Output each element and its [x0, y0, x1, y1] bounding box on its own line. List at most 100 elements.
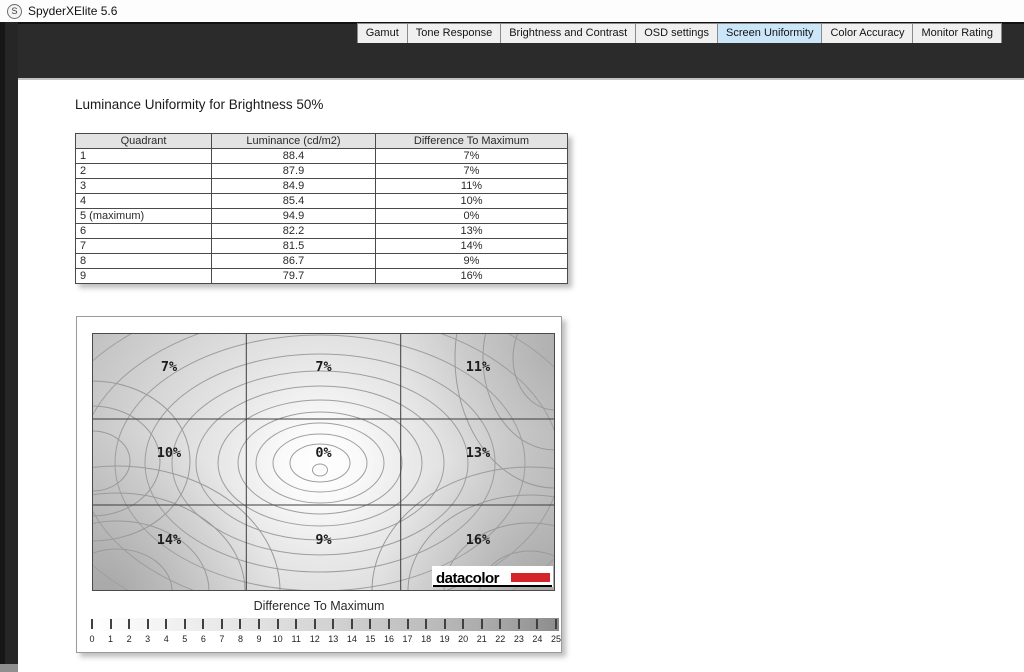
- table-cell: 94.9: [212, 209, 376, 224]
- cell-label: 11%: [466, 359, 491, 375]
- table-row: 5 (maximum)94.90%: [76, 209, 568, 224]
- table-cell: 11%: [376, 179, 568, 194]
- scale-tick: [128, 619, 130, 629]
- scale-tick-number: 11: [288, 634, 304, 644]
- scale-title: Difference To Maximum: [77, 599, 561, 613]
- scale-tick: [332, 619, 334, 629]
- scale-tick-number: 20: [455, 634, 471, 644]
- table-cell: 4: [76, 194, 212, 209]
- tab-brightness-and-contrast[interactable]: Brightness and Contrast: [501, 23, 636, 43]
- scale-tick-number: 10: [270, 634, 286, 644]
- scale-tick: [165, 619, 167, 629]
- table-cell: 9%: [376, 254, 568, 269]
- scale-tick-number: 6: [195, 634, 211, 644]
- scale-tick-number: 13: [325, 634, 341, 644]
- table-cell: 5 (maximum): [76, 209, 212, 224]
- table-cell: 7: [76, 239, 212, 254]
- column-header: Quadrant: [76, 134, 212, 149]
- scale-tick-number: 14: [344, 634, 360, 644]
- table-cell: 1: [76, 149, 212, 164]
- scale-tick-number: 21: [474, 634, 490, 644]
- table-row: 781.514%: [76, 239, 568, 254]
- cell-label: 0%: [315, 445, 332, 461]
- table-cell: 14%: [376, 239, 568, 254]
- table-row: 682.213%: [76, 224, 568, 239]
- cell-label: 16%: [466, 532, 491, 548]
- tab-color-accuracy[interactable]: Color Accuracy: [822, 23, 913, 43]
- cell-label: 7%: [315, 359, 332, 375]
- scale-tick-number: 9: [251, 634, 267, 644]
- scale-tick-number: 15: [362, 634, 378, 644]
- app-icon: S: [7, 4, 22, 19]
- uniformity-figure: 7%7%11%10%0%13%14%9%16% datacolor Differ…: [76, 316, 562, 653]
- window-titlebar: S SpyderXElite 5.6: [0, 0, 1024, 22]
- table-cell: 13%: [376, 224, 568, 239]
- tab-screen-uniformity[interactable]: Screen Uniformity: [718, 23, 822, 43]
- scale-tick: [351, 619, 353, 629]
- table-header-row: QuadrantLuminance (cd/m2)Difference To M…: [76, 134, 568, 149]
- table-row: 384.911%: [76, 179, 568, 194]
- tab-tone-response[interactable]: Tone Response: [408, 23, 501, 43]
- table-cell: 9: [76, 269, 212, 284]
- tab-gamut[interactable]: Gamut: [357, 23, 408, 43]
- scale-tick-number: 19: [437, 634, 453, 644]
- scale-tick: [388, 619, 390, 629]
- datacolor-logo-text: datacolor: [436, 570, 500, 587]
- scale-tick: [110, 619, 112, 629]
- table-row: 188.47%: [76, 149, 568, 164]
- cell-label: 14%: [157, 532, 182, 548]
- scale-tick: [444, 619, 446, 629]
- column-header: Difference To Maximum: [376, 134, 568, 149]
- uniformity-contour-map: 7%7%11%10%0%13%14%9%16% datacolor: [92, 333, 555, 591]
- datacolor-logo-red-bar: [511, 573, 550, 582]
- scale-tick: [407, 619, 409, 629]
- scale-tick: [518, 619, 520, 629]
- datacolor-logo: datacolor: [432, 566, 553, 587]
- scale-gradient-bar: [89, 618, 559, 631]
- scale-tick-number: 3: [140, 634, 156, 644]
- scale-tick-number: 0: [84, 634, 100, 644]
- table-cell: 0%: [376, 209, 568, 224]
- table-cell: 86.7: [212, 254, 376, 269]
- scale-tick-number: 17: [400, 634, 416, 644]
- table-cell: 82.2: [212, 224, 376, 239]
- scale-tick-number: 23: [511, 634, 527, 644]
- report-heading: Luminance Uniformity for Brightness 50%: [75, 97, 323, 112]
- scale-tick: [462, 619, 464, 629]
- table-cell: 7%: [376, 149, 568, 164]
- scale-tick: [536, 619, 538, 629]
- scale-tick: [277, 619, 279, 629]
- table-cell: 2: [76, 164, 212, 179]
- scale-tick-number: 2: [121, 634, 137, 644]
- table-cell: 10%: [376, 194, 568, 209]
- left-edge-strip: [0, 22, 18, 672]
- scale-tick-number: 18: [418, 634, 434, 644]
- scale-tick: [221, 619, 223, 629]
- scale-tick: [91, 619, 93, 629]
- header-band-divider: [0, 78, 1024, 80]
- scale-tick: [239, 619, 241, 629]
- scale-tick: [147, 619, 149, 629]
- scale-tick-labels: 0123456789101112131415161718192021222324…: [89, 634, 559, 644]
- scale-tick-number: 24: [529, 634, 545, 644]
- tab-osd-settings[interactable]: OSD settings: [636, 23, 718, 43]
- scale-tick: [369, 619, 371, 629]
- scale-tick: [314, 619, 316, 629]
- table-cell: 87.9: [212, 164, 376, 179]
- table-cell: 84.9: [212, 179, 376, 194]
- tab-monitor-rating[interactable]: Monitor Rating: [913, 23, 1002, 43]
- table-cell: 16%: [376, 269, 568, 284]
- table-cell: 6: [76, 224, 212, 239]
- cell-label: 9%: [315, 532, 332, 548]
- table-cell: 7%: [376, 164, 568, 179]
- column-header: Luminance (cd/m2): [212, 134, 376, 149]
- table-row: 886.79%: [76, 254, 568, 269]
- scale-tick-number: 25: [548, 634, 564, 644]
- scale-tick: [499, 619, 501, 629]
- scale-tick-number: 16: [381, 634, 397, 644]
- left-edge-strip-footer: [0, 664, 18, 672]
- table-cell: 85.4: [212, 194, 376, 209]
- scale-tick: [481, 619, 483, 629]
- window-title: SpyderXElite 5.6: [28, 4, 117, 18]
- scale-tick: [425, 619, 427, 629]
